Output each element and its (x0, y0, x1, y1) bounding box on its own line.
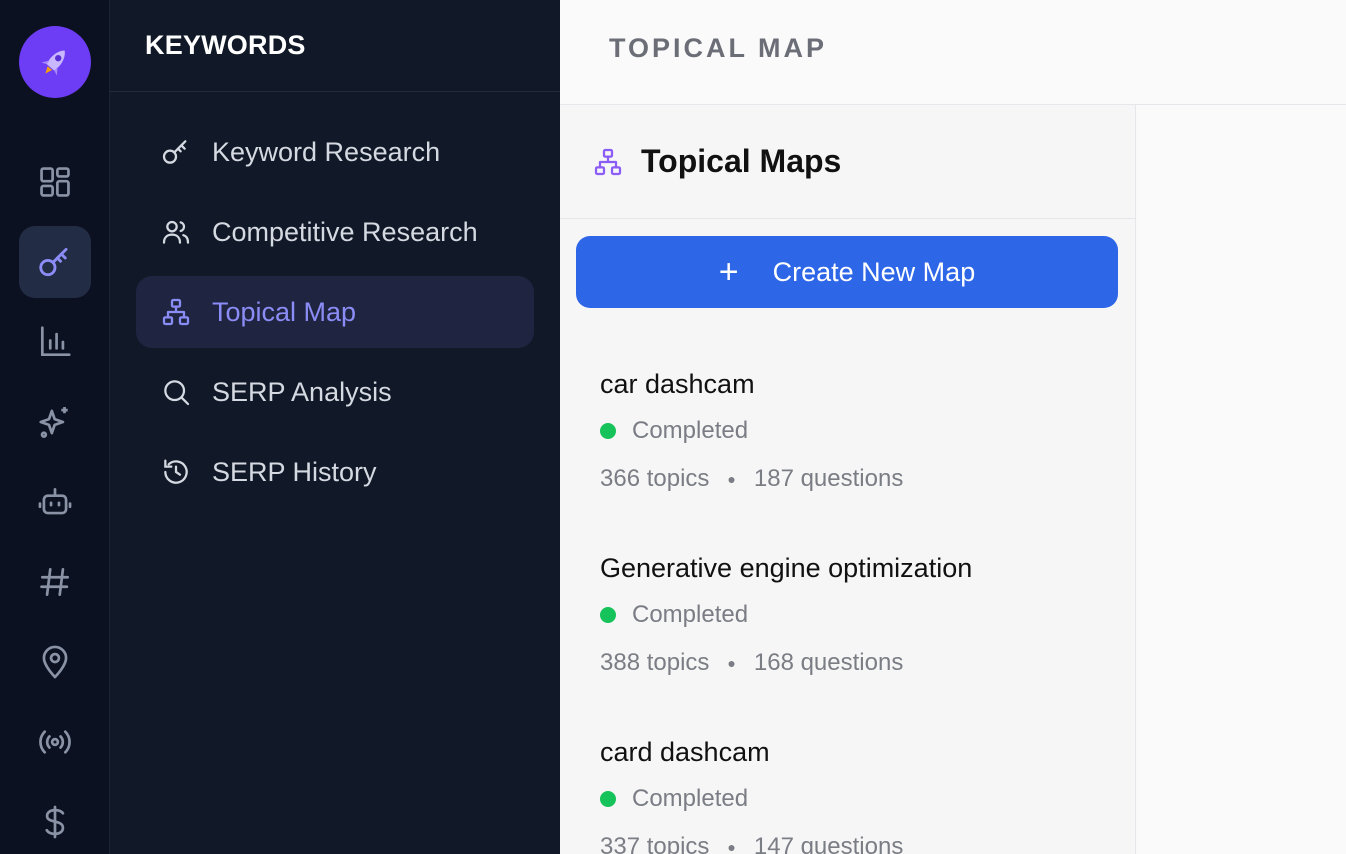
topics-count: 337 topics (600, 833, 710, 854)
map-name: Generative engine optimization (600, 553, 973, 583)
questions-count: 147 questions (753, 833, 904, 854)
hashtag-icon[interactable] (19, 546, 91, 618)
history-icon (164, 459, 188, 484)
nav-item-label: Competitive Research (212, 216, 478, 247)
users-icon (162, 220, 190, 244)
nav-item-label: SERP Analysis (212, 376, 392, 407)
subnav-header: KEYWORDS (110, 0, 560, 92)
map-pin-icon[interactable] (19, 626, 91, 698)
questions-count: 187 questions (753, 465, 904, 492)
status-label: Completed (632, 417, 749, 444)
map-list-item[interactable]: Generative engine optimization Completed… (600, 553, 1120, 677)
map-stats: 366 topics ● 187 questions (600, 465, 1120, 493)
map-list-item[interactable]: car dashcam Completed 366 topics ● 187 q… (600, 369, 1120, 493)
map-name: card dashcam (600, 737, 770, 767)
status-label: Completed (632, 601, 749, 628)
map-stats: 388 topics ● 168 questions (600, 649, 1120, 677)
icon-rail (0, 0, 110, 854)
list-title: Topical Maps (641, 143, 842, 179)
map-status: Completed (600, 601, 1120, 629)
nav-item-label: Topical Map (212, 296, 357, 327)
nav-item-keyword-research[interactable]: Keyword Research (136, 116, 534, 188)
key-icon (162, 140, 187, 164)
page-header: TOPICAL MAP (560, 0, 1346, 105)
nav-item-topical-map[interactable]: Topical Map (136, 276, 534, 348)
create-new-map-button[interactable]: + Create New Map (576, 236, 1118, 308)
questions-count: 168 questions (753, 649, 904, 676)
map-name: car dashcam (600, 369, 755, 399)
keywords-subnav: KEYWORDS Keyword Research Competitive Re… (110, 0, 560, 854)
status-dot-icon (600, 791, 616, 807)
list-header: Topical Maps (560, 105, 1135, 219)
topical-maps-panel: Topical Maps + Create New Map car dashca… (560, 105, 1136, 854)
dollar-icon[interactable] (19, 786, 91, 854)
create-button-label: Create New Map (772, 256, 976, 287)
broadcast-icon[interactable] (19, 706, 91, 778)
status-label: Completed (632, 785, 749, 812)
search-icon (164, 380, 190, 406)
map-list-item[interactable]: card dashcam Completed 337 topics ● 147 … (600, 737, 1120, 854)
robot-icon[interactable] (19, 466, 91, 538)
map-status: Completed (600, 785, 1120, 813)
nav-item-label: SERP History (212, 456, 377, 487)
sitemap-icon (594, 148, 622, 175)
sitemap-icon (162, 298, 190, 326)
bullet-separator: ● (727, 839, 736, 854)
sparkles-icon[interactable] (19, 386, 91, 458)
nav-item-serp-history[interactable]: SERP History (136, 436, 534, 508)
topics-count: 388 topics (600, 649, 710, 676)
map-status: Completed (600, 417, 1120, 445)
rocket-logo-icon[interactable] (19, 26, 91, 98)
bullet-separator: ● (727, 471, 736, 487)
topics-count: 366 topics (600, 465, 710, 492)
status-dot-icon (600, 607, 616, 623)
nav-item-label: Keyword Research (212, 136, 441, 167)
bullet-separator: ● (727, 655, 736, 671)
map-detail-area (1137, 105, 1346, 854)
dashboard-grid-icon[interactable] (19, 146, 91, 218)
subnav-title: KEYWORDS (145, 30, 306, 60)
nav-item-serp-analysis[interactable]: SERP Analysis (136, 356, 534, 428)
bar-chart-icon[interactable] (19, 306, 91, 378)
key-icon[interactable] (19, 226, 91, 298)
plus-icon: + (718, 253, 739, 291)
nav-item-competitive-research[interactable]: Competitive Research (136, 196, 534, 268)
page-title: TOPICAL MAP (609, 33, 828, 63)
status-dot-icon (600, 423, 616, 439)
map-stats: 337 topics ● 147 questions (600, 833, 1120, 854)
